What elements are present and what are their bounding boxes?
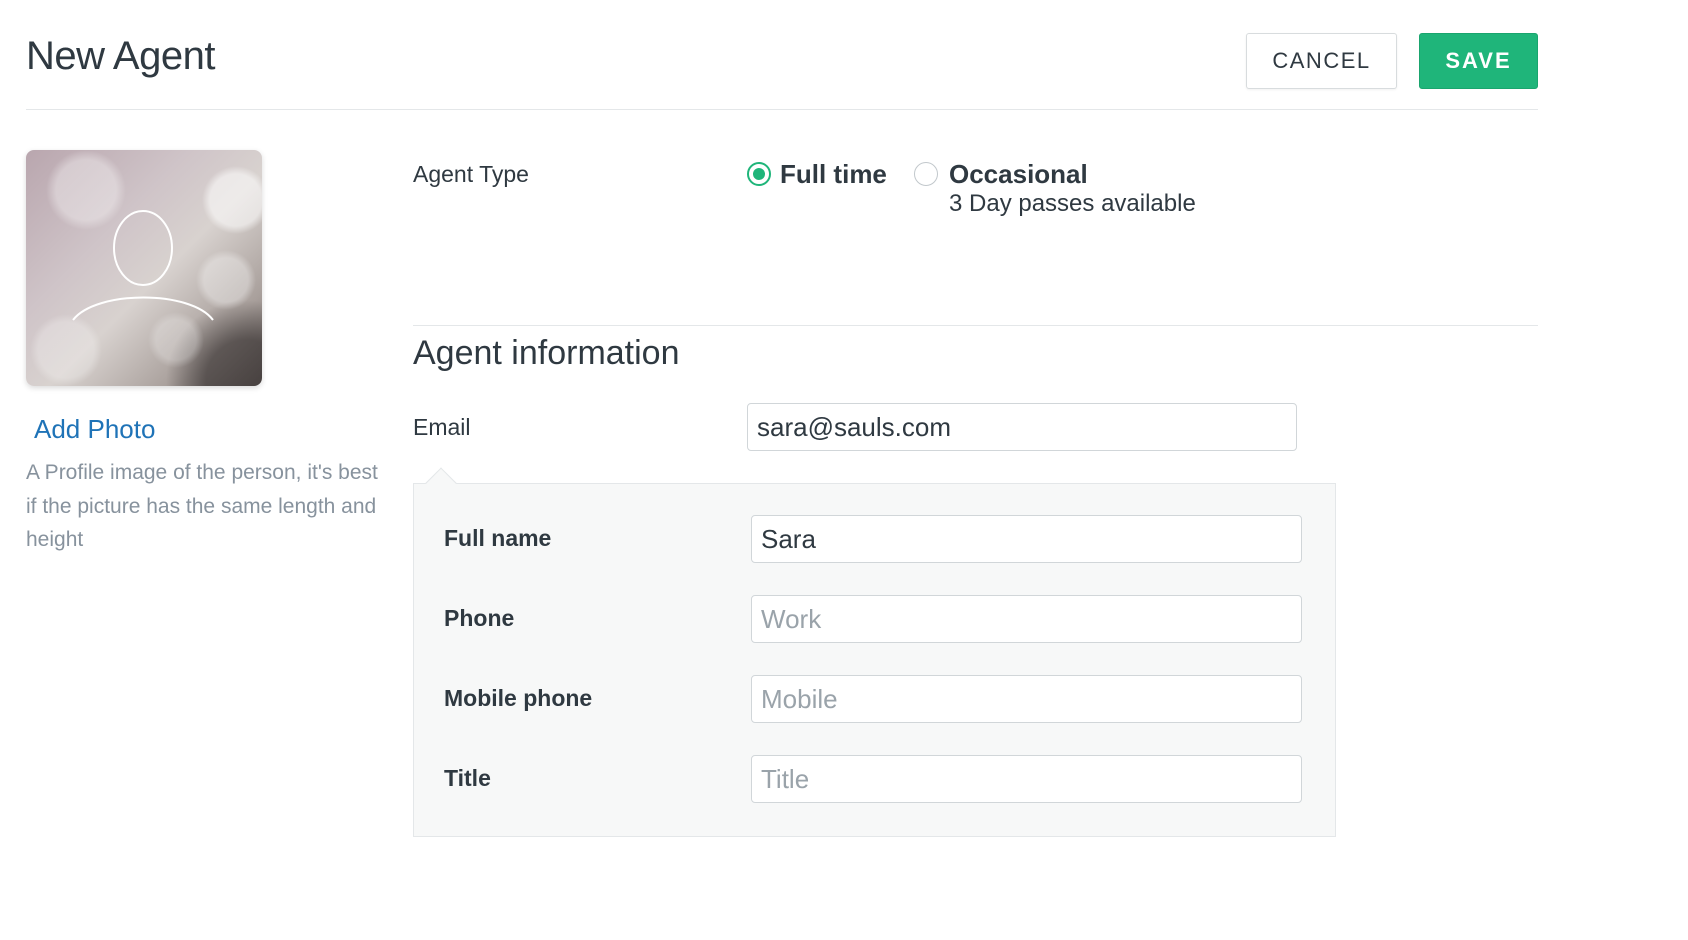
add-photo-link[interactable]: Add Photo [34, 414, 155, 445]
full-name-field[interactable] [751, 515, 1302, 563]
mobile-phone-label: Mobile phone [444, 685, 593, 711]
email-label: Email [413, 414, 471, 440]
occasional-label[interactable]: Occasional [949, 159, 1088, 190]
page-title: New Agent [26, 34, 215, 78]
user-silhouette-icon [72, 210, 214, 321]
save-button[interactable]: SAVE [1419, 33, 1538, 89]
cancel-button[interactable]: CANCEL [1246, 33, 1397, 89]
title-label: Title [444, 765, 491, 791]
photo-hint-text: A Profile image of the person, it's best… [26, 461, 378, 551]
section-divider [413, 325, 1538, 326]
title-field[interactable] [751, 755, 1302, 803]
new-agent-page: New Agent CANCEL SAVE Add Photo A Profil… [0, 0, 1688, 940]
agent-information-title: Agent information [413, 334, 680, 372]
phone-label: Phone [444, 605, 515, 631]
day-passes-text: 3 Day passes available [949, 190, 1196, 217]
full-time-label[interactable]: Full time [780, 159, 887, 190]
full-name-label: Full name [444, 525, 552, 551]
header-divider [26, 109, 1538, 110]
agent-type-label: Agent Type [413, 161, 529, 187]
phone-field[interactable] [751, 595, 1302, 643]
mobile-phone-field[interactable] [751, 675, 1302, 723]
avatar[interactable] [26, 150, 262, 386]
email-field[interactable] [747, 403, 1297, 451]
full-time-radio[interactable] [747, 162, 771, 186]
occasional-radio[interactable] [914, 162, 938, 186]
